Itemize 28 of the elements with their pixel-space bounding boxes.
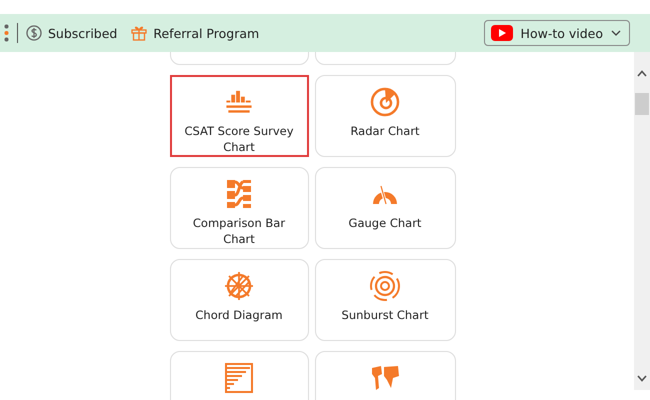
chart-type-card[interactable]: Gauge Chart	[314, 167, 456, 249]
chart-type-card[interactable]: CSAT Score Survey Chart	[170, 75, 308, 157]
rings-icon	[369, 270, 401, 302]
chart-type-card[interactable]: Comparison Bar Chart	[170, 167, 308, 249]
scrollbar[interactable]	[634, 52, 650, 390]
stripes-icon	[223, 362, 255, 394]
chart-type-card[interactable]: Sunburst Chart	[314, 259, 456, 341]
chart-type-label: Comparison Bar Chart	[192, 215, 286, 247]
dollar-icon	[26, 25, 42, 41]
chart-type-card[interactable]: Radar Chart	[314, 75, 456, 157]
chart-type-label: Sunburst Chart	[340, 307, 430, 323]
chart-type-card[interactable]: Chord Diagram	[170, 259, 308, 341]
subscription-status: Subscribed	[48, 26, 118, 40]
play-icon	[490, 25, 513, 41]
scroll-down-icon[interactable]	[637, 375, 647, 382]
more-icon[interactable]	[4, 24, 9, 42]
scroll-thumb[interactable]	[635, 93, 649, 115]
scroll-up-icon[interactable]	[637, 70, 647, 77]
chart-type-label: Chord Diagram	[194, 307, 284, 323]
chart-type-label: Radar Chart	[349, 123, 421, 139]
target-icon	[369, 86, 401, 118]
chevron-down-icon	[611, 30, 621, 36]
wheel-icon	[223, 270, 255, 302]
chart-type-label: Gauge Chart	[348, 215, 422, 231]
chart-type-label: CSAT Score Survey Chart	[183, 123, 295, 155]
gift-icon	[131, 25, 148, 41]
how-to-video-button[interactable]: How-to video	[484, 20, 630, 46]
referral-link[interactable]: Referral Program	[153, 26, 260, 40]
